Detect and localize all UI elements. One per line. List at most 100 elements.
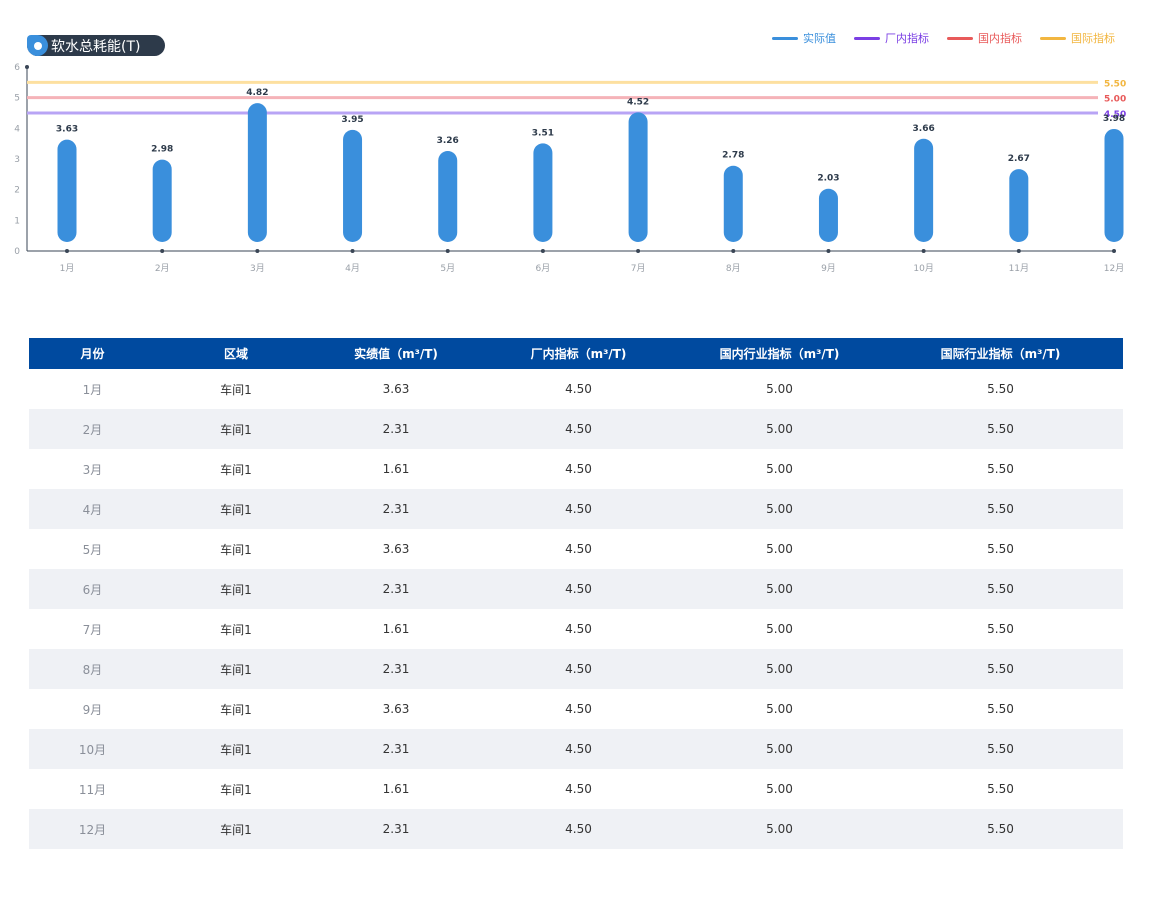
bar-data-label: 4.82 [246,88,268,98]
bar [247,103,267,242]
table-cell: 5.00 [766,502,793,516]
bar [343,129,363,242]
table-body: 1月 车间1 3.63 4.50 5.00 5.50 2月 车间1 2.31 4.50 5.00 5.… [29,369,1123,849]
reference-line-label: 5.00 [1104,95,1126,105]
table-cell: 4.50 [565,742,592,756]
bar [438,151,458,242]
bar-data-label: 3.98 [1103,114,1125,124]
table-cell: 3.63 [382,702,410,716]
table-cell: 2.31 [382,662,410,676]
x-tick-label: 3月 [250,263,265,274]
table-cell: 4.50 [565,462,592,476]
x-tick-label: 6月 [536,263,551,274]
bar [818,188,838,242]
dot-icon [27,35,48,56]
legend-swatch-plant [854,36,880,40]
bar [723,165,743,242]
table-row[interactable]: 10月 车间1 2.31 4.50 5.00 5.50 [29,729,1123,769]
bar-data-label: 3.26 [437,136,459,146]
table-row[interactable]: 11月 车间1 1.61 4.50 5.00 5.50 [29,769,1123,809]
legend-item-domestic[interactable]: 国内指标 [947,30,1022,46]
table-cell: 2.31 [382,502,410,516]
y-tick-label: 6 [14,63,20,73]
table-cell: 5.50 [987,462,1014,476]
legend-item-international[interactable]: 国际指标 [1040,30,1115,46]
column-header[interactable]: 厂内指标（m³/T) [476,338,681,369]
table-cell: 5.00 [766,582,793,596]
table-cell: 5.50 [987,662,1014,676]
table-cell: 3.63 [382,542,410,556]
table-cell: 2月 [82,422,103,437]
table-cell: 5.50 [987,702,1014,716]
chart-title-badge: 软水总耗能(T) [27,35,165,56]
table-row[interactable]: 4月 车间1 2.31 4.50 5.00 5.50 [29,489,1123,529]
bar-data-label: 4.52 [627,97,649,107]
table-row[interactable]: 3月 车间1 1.61 4.50 5.00 5.50 [29,449,1123,489]
data-table: 月份 区域 实绩值（m³/T) 厂内指标（m³/T) 国内行业指标（m³/T) … [29,338,1123,849]
table-cell: 5.00 [766,702,793,716]
x-tick-label: 1月 [60,263,75,274]
table-cell: 5.50 [987,422,1014,436]
table-row[interactable]: 1月 车间1 3.63 4.50 5.00 5.50 [29,369,1123,409]
table-cell: 3月 [82,462,103,477]
table-cell: 4.50 [565,382,592,396]
table-cell: 11月 [78,782,107,797]
table-cell: 5.00 [766,742,793,756]
table-cell: 8月 [82,662,103,677]
legend-item-actual[interactable]: 实际值 [772,30,836,46]
table-cell: 5.00 [766,422,793,436]
table-cell: 4.50 [565,662,592,676]
table-cell: 2.31 [382,582,410,596]
chart-legend: 实际值 厂内指标 国内指标 国际指标 [772,30,1115,46]
bar-data-label: 2.98 [151,145,173,155]
table-row[interactable]: 12月 车间1 2.31 4.50 5.00 5.50 [29,809,1123,849]
table-cell: 5.00 [766,382,793,396]
table-cell: 4.50 [565,622,592,636]
x-tick-label: 7月 [631,263,646,274]
bar-data-label: 2.03 [817,174,839,184]
table-row[interactable]: 2月 车间1 2.31 4.50 5.00 5.50 [29,409,1123,449]
legend-item-plant[interactable]: 厂内指标 [854,30,929,46]
table-cell: 1.61 [382,782,410,796]
legend-swatch-actual [772,36,798,40]
table-cell: 4.50 [565,422,592,436]
table-cell: 车间1 [220,502,252,517]
legend-swatch-international [1040,36,1066,40]
table-cell: 5.00 [766,542,793,556]
table-cell: 4.50 [565,502,592,516]
table-cell: 5.50 [987,382,1014,396]
column-header[interactable]: 区域 [156,338,316,369]
table-cell: 车间1 [220,702,252,717]
table-header-row: 月份 区域 实绩值（m³/T) 厂内指标（m³/T) 国内行业指标（m³/T) … [29,338,1123,369]
table-row[interactable]: 9月 车间1 3.63 4.50 5.00 5.50 [29,689,1123,729]
bar [628,112,648,243]
table-cell: 2.31 [382,822,410,836]
x-tick-label: 11月 [1009,263,1029,274]
column-header[interactable]: 实绩值（m³/T) [316,338,476,369]
table-cell: 5.50 [987,582,1014,596]
bar-data-label: 3.51 [532,128,554,138]
column-header[interactable]: 国内行业指标（m³/T) [681,338,878,369]
table-cell: 9月 [82,702,103,717]
table-cell: 5.50 [987,742,1014,756]
x-tick-dot [1016,249,1021,253]
column-header[interactable]: 月份 [29,338,156,369]
table-row[interactable]: 5月 车间1 3.63 4.50 5.00 5.50 [29,529,1123,569]
bar [152,159,172,242]
x-tick-label: 12月 [1104,263,1124,274]
table-cell: 12月 [78,822,107,837]
x-tick-dot [65,249,69,253]
table-cell: 5.50 [987,542,1014,556]
table-cell: 车间1 [220,822,252,837]
column-header[interactable]: 国际行业指标（m³/T) [878,338,1123,369]
table-row[interactable]: 7月 车间1 1.61 4.50 5.00 5.50 [29,609,1123,649]
x-tick-dot [921,249,926,253]
legend-label-international: 国际指标 [1071,32,1115,45]
x-tick-label: 9月 [821,263,836,274]
table-cell: 5.50 [987,622,1014,636]
table-cell: 车间1 [220,382,252,397]
table-row[interactable]: 6月 车间1 2.31 4.50 5.00 5.50 [29,569,1123,609]
bar-data-label: 3.95 [341,115,363,125]
table-row[interactable]: 8月 车间1 2.31 4.50 5.00 5.50 [29,649,1123,689]
y-tick-label: 3 [14,155,20,165]
